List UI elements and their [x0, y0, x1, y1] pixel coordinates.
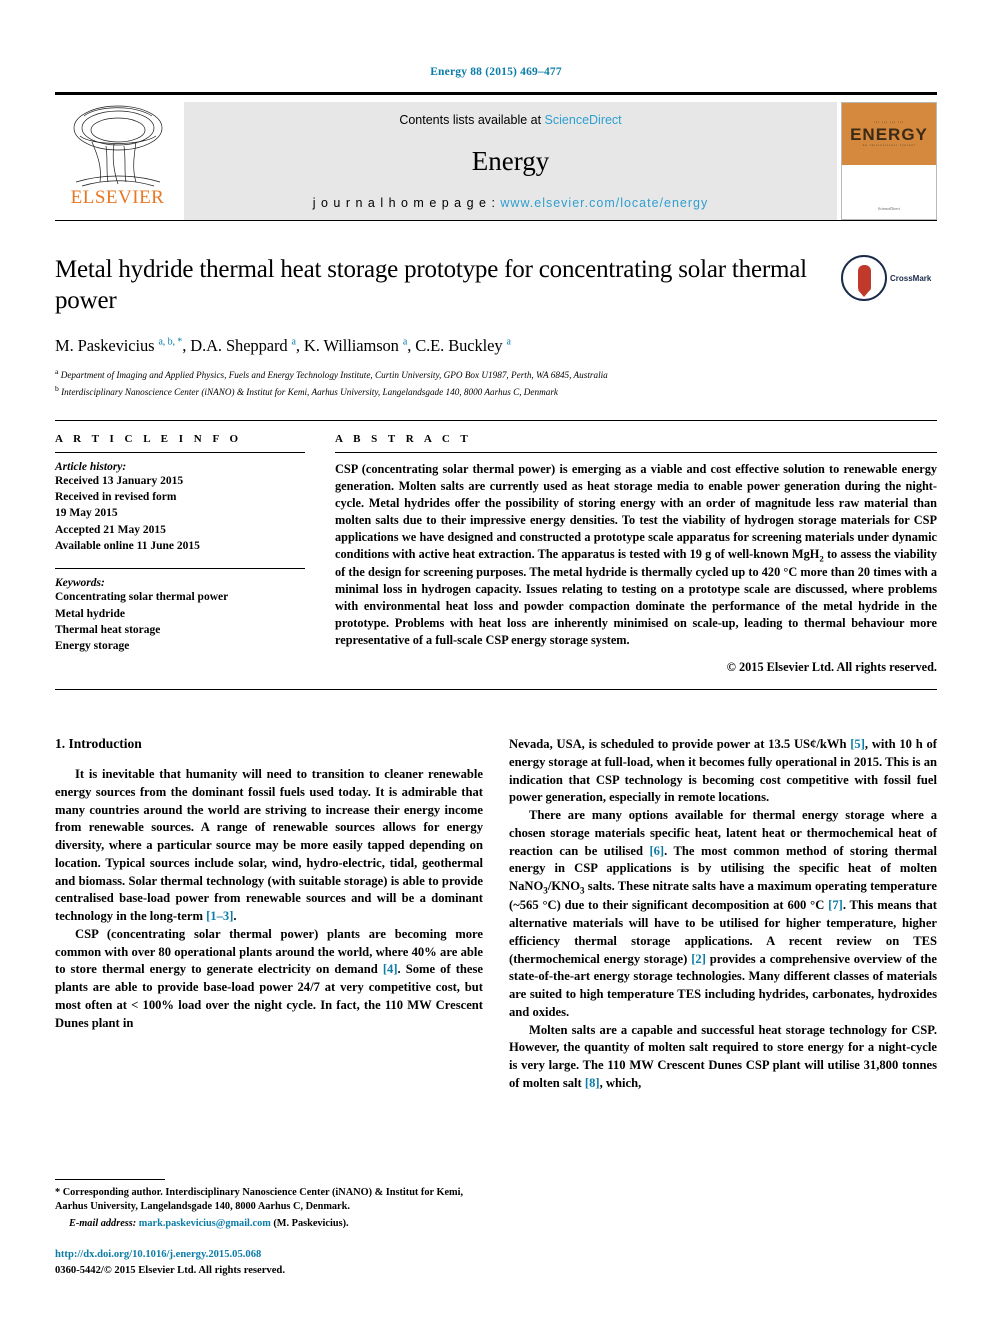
- corresponding-author-note: * Corresponding author. Interdisciplinar…: [55, 1187, 464, 1213]
- cover-journal-name: ENERGY: [850, 124, 928, 144]
- email-link[interactable]: mark.paskevicius@gmail.com: [139, 1218, 271, 1229]
- journal-homepage-line: j o u r n a l h o m e p a g e : www.else…: [313, 196, 709, 210]
- body-column-left: 1. Introduction It is inevitable that hu…: [55, 736, 483, 1093]
- masthead-center-panel: Contents lists available at ScienceDirec…: [184, 102, 837, 220]
- abstract-copyright: © 2015 Elsevier Ltd. All rights reserved…: [726, 660, 937, 675]
- paragraph: Molten salts are a capable and successfu…: [509, 1022, 937, 1090]
- homepage-prefix: j o u r n a l h o m e p a g e :: [312, 196, 501, 210]
- paragraph: CSP (concentrating solar thermal power) …: [55, 926, 483, 1030]
- elsevier-wordmark: ELSEVIER: [70, 187, 165, 208]
- masthead-bottom-rule: [55, 220, 937, 221]
- issn-copyright-line: 0360-5442/© 2015 Elsevier Ltd. All right…: [55, 1265, 285, 1277]
- keyword-item: Metal hydride: [55, 607, 125, 620]
- body-columns: 1. Introduction It is inevitable that hu…: [55, 736, 937, 1093]
- crossmark-badge[interactable]: CrossMark: [841, 255, 937, 301]
- crossmark-icon: [841, 255, 887, 301]
- footnote-zone: * Corresponding author. Interdisciplinar…: [55, 1179, 470, 1279]
- abstract-heading: A B S T R A C T: [335, 432, 472, 445]
- cover-top-band: ▪▪▪ ▪▪▪ ▪▪▪ ▪▪▪ ENERGY An International …: [842, 103, 936, 165]
- article-info-rule: [55, 451, 305, 453]
- history-item: Accepted 21 May 2015: [55, 523, 166, 536]
- title-block: Metal hydride thermal heat storage proto…: [55, 255, 937, 400]
- affiliation-a-text: Department of Imaging and Applied Physic…: [60, 370, 608, 381]
- article-info-heading: A R T I C L E I N F O: [55, 432, 243, 445]
- section-heading-introduction: 1. Introduction: [55, 736, 142, 752]
- keyword-item: Concentrating solar thermal power: [55, 591, 229, 604]
- journal-title: Energy: [471, 146, 550, 176]
- author-list: M. Paskevicius a, b, *, D.A. Sheppard a,…: [55, 336, 511, 355]
- contents-prefix: Contents lists available at: [399, 113, 545, 127]
- running-head: Energy 88 (2015) 469–477: [430, 66, 562, 78]
- paragraph: Nevada, USA, is scheduled to provide pow…: [509, 737, 937, 805]
- journal-homepage-link[interactable]: www.elsevier.com/locate/energy: [500, 196, 708, 210]
- abstract-rule: [335, 451, 937, 453]
- cover-bottom-area: ScienceDirect: [842, 165, 936, 219]
- email-note: E-mail address: mark.paskevicius@gmail.c…: [55, 1217, 470, 1231]
- abstract-column: A B S T R A C T CSP (concentrating solar…: [335, 433, 937, 675]
- keywords-block: Keywords: Concentrating solar thermal po…: [55, 568, 305, 654]
- affiliation-a: a Department of Imaging and Applied Phys…: [55, 367, 608, 381]
- article-info-abstract-area: A R T I C L E I N F O Article history: R…: [55, 419, 937, 675]
- doi-link[interactable]: http://dx.doi.org/10.1016/j.energy.2015.…: [55, 1247, 470, 1263]
- abstract-text: CSP (concentrating solar thermal power) …: [335, 461, 937, 648]
- cover-footer-text: ScienceDirect: [877, 206, 901, 211]
- body-column-right: Nevada, USA, is scheduled to provide pow…: [509, 736, 937, 1093]
- email-label: E-mail address:: [69, 1217, 137, 1229]
- article-history-title: Article history:: [55, 460, 127, 473]
- history-item: Available online 11 June 2015: [55, 540, 200, 553]
- affiliation-b: b Interdisciplinary Nanoscience Center (…: [55, 384, 558, 398]
- footnote-rule: [55, 1179, 165, 1180]
- abstract-bottom-rule: [55, 689, 937, 691]
- contents-available-line: Contents lists available at ScienceDirec…: [399, 113, 621, 127]
- cover-subtitle: An International Journal: [862, 142, 916, 147]
- crossmark-label: CrossMark: [890, 273, 932, 283]
- journal-masthead: ELSEVIER Contents lists available at Sci…: [55, 92, 937, 220]
- sciencedirect-link[interactable]: ScienceDirect: [545, 113, 622, 127]
- keywords-title: Keywords:: [55, 577, 105, 590]
- history-item: Received 13 January 2015: [55, 474, 184, 487]
- affiliation-b-text: Interdisciplinary Nanoscience Center (iN…: [61, 387, 558, 398]
- email-suffix: (M. Paskevicius).: [273, 1217, 349, 1229]
- keyword-item: Energy storage: [55, 640, 130, 653]
- paragraph: It is inevitable that humanity will need…: [55, 767, 483, 924]
- journal-cover-thumbnail: ▪▪▪ ▪▪▪ ▪▪▪ ▪▪▪ ENERGY An International …: [841, 102, 937, 220]
- keyword-item: Thermal heat storage: [55, 624, 161, 637]
- article-history-list: Received 13 January 2015 Received in rev…: [55, 473, 305, 555]
- keywords-list: Concentrating solar thermal power Metal …: [55, 589, 305, 654]
- history-item: Received in revised form: [55, 491, 177, 504]
- page-title: Metal hydride thermal heat storage proto…: [55, 256, 807, 314]
- journal-article-page: Energy 88 (2015) 469–477 ELSEVIER Conten…: [0, 0, 992, 1323]
- elsevier-tree-icon: [73, 105, 162, 187]
- paragraph: There are many options available for the…: [509, 808, 937, 1019]
- doi-block: http://dx.doi.org/10.1016/j.energy.2015.…: [55, 1247, 470, 1279]
- article-info-column: A R T I C L E I N F O Article history: R…: [55, 433, 305, 675]
- cover-top-ornament: ▪▪▪ ▪▪▪ ▪▪▪ ▪▪▪: [873, 119, 904, 124]
- elsevier-logo: ELSEVIER: [55, 102, 180, 220]
- history-item: 19 May 2015: [55, 507, 118, 520]
